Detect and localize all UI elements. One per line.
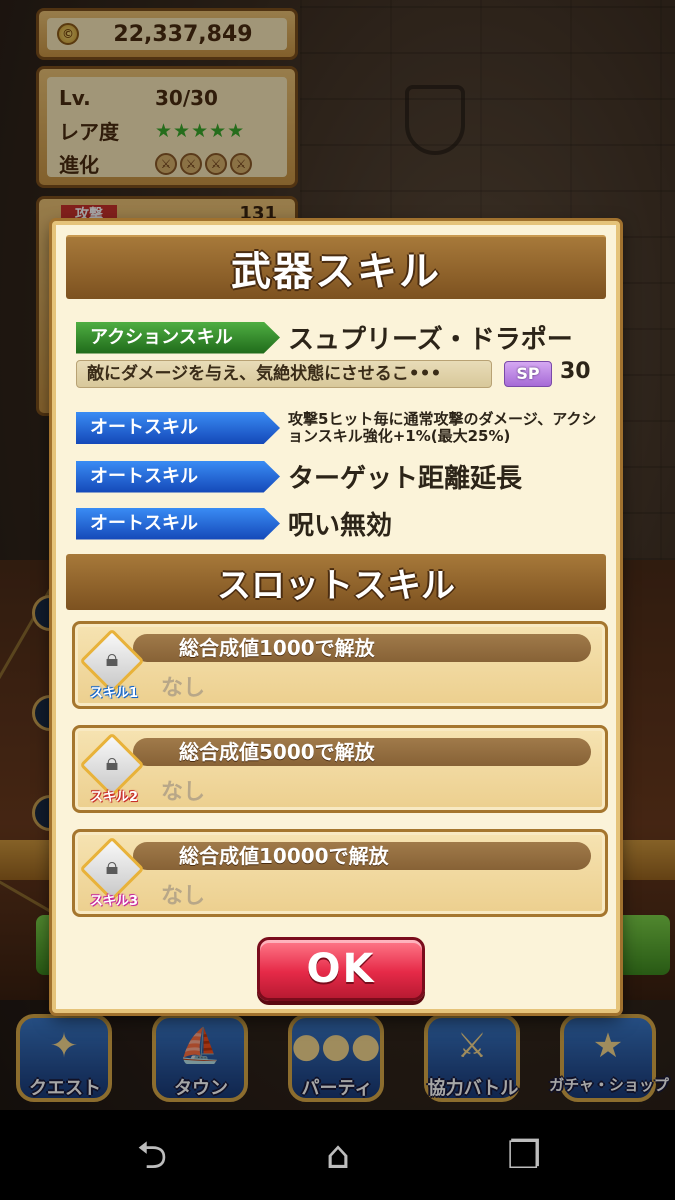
auto-skill-tag: オートスキル	[76, 412, 280, 444]
padlock-icon: 🔒︎	[105, 644, 119, 672]
skill-badge: スキル1	[89, 686, 139, 701]
slot-unlock-condition: 総合成値10000で解放	[133, 842, 591, 870]
action-skill-tag: アクションスキル	[76, 321, 280, 354]
lock-icon: 🔒︎ スキル3	[79, 836, 145, 909]
padlock-icon: 🔒︎	[105, 852, 119, 880]
sp-value: 30	[560, 359, 591, 384]
recents-icon[interactable]: ❐	[494, 1132, 554, 1178]
slot-skill-1[interactable]: 総合成値1000で解放 なし 🔒︎ スキル1	[72, 621, 608, 709]
ok-button[interactable]: OK	[257, 937, 425, 1001]
slot-value: なし	[161, 676, 206, 701]
action-skill-row: アクションスキル スュプリーズ・ドラポー	[76, 319, 573, 356]
slot-value: なし	[161, 780, 206, 805]
modal-title-bar: 武器スキル	[66, 235, 606, 299]
slot-skill-2[interactable]: 総合成値5000で解放 なし 🔒︎ スキル2	[72, 725, 608, 813]
back-icon[interactable]: ⮌	[122, 1132, 182, 1178]
skill-badge: スキル2	[89, 790, 139, 805]
system-nav-bar: ⮌ ⌂ ❐	[0, 1110, 675, 1200]
skill-badge: スキル3	[89, 894, 139, 909]
action-skill-description[interactable]: 敵にダメージを与え、気絶状態にさせるこ•••	[76, 360, 492, 388]
slot-unlock-condition: 総合成値5000で解放	[133, 738, 591, 766]
slot-value: なし	[161, 884, 206, 909]
padlock-icon: 🔒︎	[105, 748, 119, 776]
auto-skill-row: オートスキル ターゲット距離延長	[76, 458, 522, 495]
slot-unlock-condition: 総合成値1000で解放	[133, 634, 591, 662]
auto-skill-row: オートスキル 呪い無効	[76, 505, 392, 542]
auto-skill-text: 攻撃5ヒット毎に通常攻撃のダメージ、アクションスキル強化+1%(最大25%)	[288, 410, 597, 445]
auto-skill-text: 呪い無効	[288, 511, 393, 541]
slot-skill-header: スロットスキル	[66, 554, 606, 610]
slot-skill-title: スロットスキル	[217, 565, 455, 606]
auto-skill-tag: オートスキル	[76, 460, 280, 493]
lock-icon: 🔒︎ スキル1	[79, 628, 145, 701]
sp-badge: SP	[504, 361, 552, 387]
modal-title: 武器スキル	[231, 249, 441, 295]
auto-skill-tag: オートスキル	[76, 507, 280, 540]
action-skill-name: スュプリーズ・ドラポー	[288, 325, 573, 355]
slot-skill-3[interactable]: 総合成値10000で解放 なし 🔒︎ スキル3	[72, 829, 608, 917]
home-icon[interactable]: ⌂	[308, 1132, 368, 1178]
auto-skill-row: オートスキル 攻撃5ヒット毎に通常攻撃のダメージ、アクションスキル強化+1%(最…	[76, 411, 608, 445]
weapon-skill-modal: 武器スキル アクションスキル スュプリーズ・ドラポー 敵にダメージを与え、気絶状…	[52, 221, 620, 1013]
auto-skill-text: ターゲット距離延長	[288, 464, 523, 494]
lock-icon: 🔒︎ スキル2	[79, 732, 145, 805]
